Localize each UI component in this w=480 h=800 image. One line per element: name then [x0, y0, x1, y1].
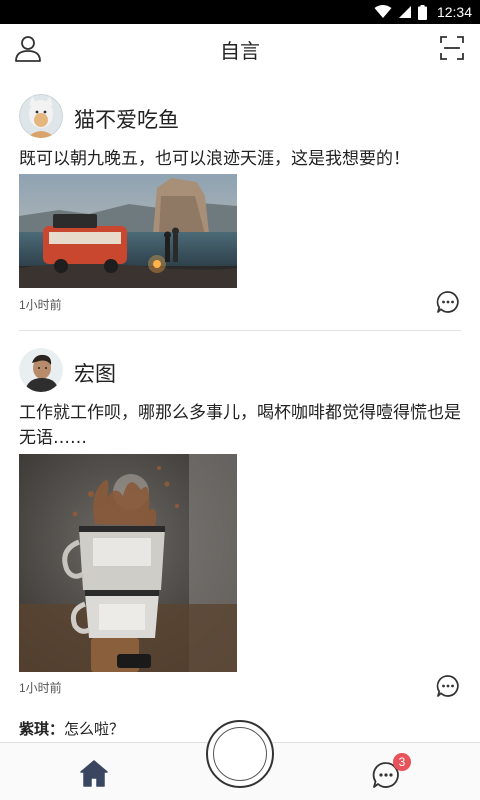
comment-icon[interactable] — [436, 674, 460, 698]
avatar[interactable] — [19, 94, 63, 138]
feed[interactable]: 猫不爱吃鱼 既可以朝九晚五，也可以浪迹天涯，这是我想要的！ 1小时前 宏图 工作… — [0, 72, 480, 742]
username[interactable]: 猫不爱吃鱼 — [74, 104, 179, 134]
capture-button[interactable] — [206, 720, 274, 788]
comment-preview[interactable]: 紫琪：怎么啦？ — [19, 718, 124, 739]
avatar[interactable] — [19, 348, 63, 392]
status-icons: 12:34 — [374, 0, 472, 24]
wifi-icon — [374, 5, 392, 18]
comment-text: 怎么啦？ — [64, 720, 125, 738]
capture-button-inner — [213, 727, 267, 781]
post-timestamp: 1小时前 — [19, 298, 62, 312]
post-photo[interactable] — [19, 174, 237, 288]
status-bar: 12:34 — [0, 0, 480, 24]
post-text: 工作就工作呗，哪那么多事儿，喝杯咖啡都觉得噎得慌也是无语…… — [19, 403, 461, 448]
status-time: 12:34 — [436, 4, 472, 20]
comment-icon[interactable] — [436, 290, 460, 314]
messages-badge: 3 — [393, 753, 411, 771]
post-text: 既可以朝九晚五，也可以浪迹天涯，这是我想要的！ — [19, 149, 410, 169]
username[interactable]: 宏图 — [74, 358, 116, 388]
post-photo[interactable] — [19, 454, 237, 672]
post-timestamp: 1小时前 — [19, 681, 62, 695]
comment-author: 紫琪： — [19, 720, 65, 738]
app-header: 自言 — [0, 24, 480, 72]
divider — [19, 330, 461, 331]
page-title: 自言 — [220, 39, 260, 63]
scan-icon[interactable] — [440, 36, 464, 60]
battery-icon — [417, 4, 427, 20]
home-icon[interactable] — [79, 759, 109, 787]
signal-icon — [398, 6, 411, 18]
